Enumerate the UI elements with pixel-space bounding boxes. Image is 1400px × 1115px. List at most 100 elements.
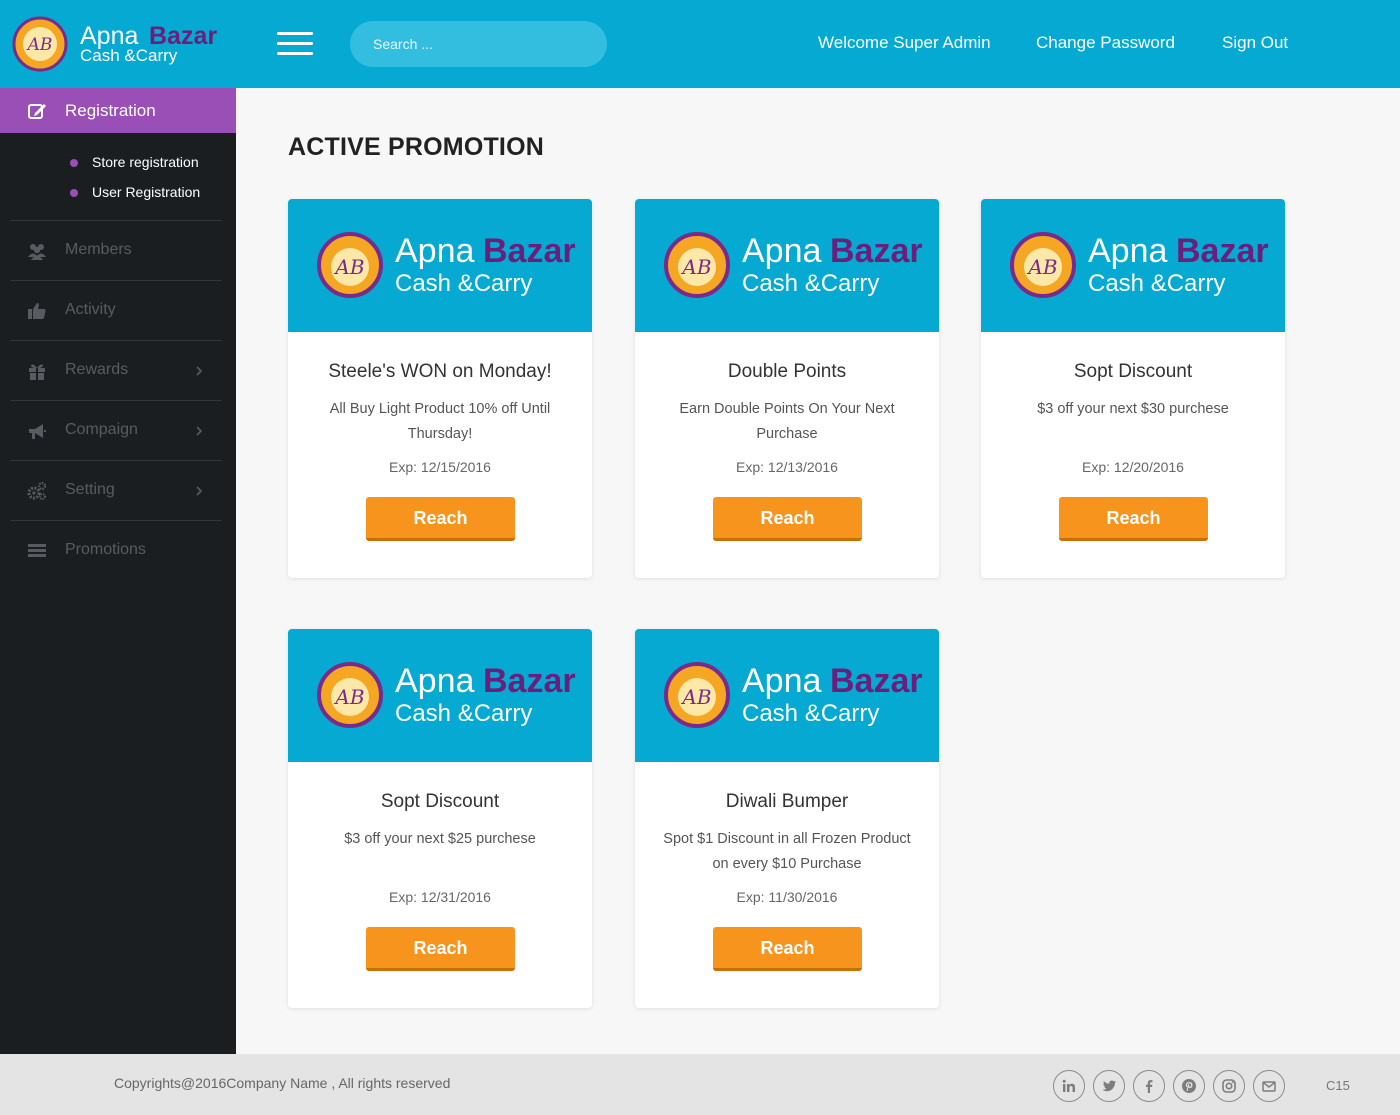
sign-out-link[interactable]: Sign Out [1222, 33, 1288, 53]
promotion-title: Sopt Discount [1073, 361, 1193, 382]
svg-text:Cash &Carry: Cash &Carry [80, 46, 178, 65]
menu-toggle-icon[interactable] [277, 30, 313, 58]
reach-button[interactable]: Reach [366, 497, 515, 541]
search-input[interactable] [350, 21, 607, 67]
svg-text:Bazar: Bazar [483, 662, 576, 700]
promotion-banner: AB Apna Bazar Cash &Carry [635, 199, 939, 332]
svg-text:AB: AB [680, 255, 711, 279]
sidebar-item-rewards[interactable]: Rewards [0, 341, 236, 400]
chevron-right-icon [196, 486, 203, 496]
brand-logo-image: AB Apna Bazar Cash &Carry [1010, 232, 1269, 298]
promotion-banner: AB Apna Bazar Cash &Carry [288, 629, 592, 762]
promotion-description: $3 off your next $30 purchese [1037, 401, 1229, 417]
svg-text:Bazar: Bazar [1176, 232, 1269, 270]
page-footer: Copyrights@2016Company Name , All rights… [0, 1054, 1400, 1115]
promotion-title: Diwali Bumper [725, 791, 849, 812]
sidebar-item-label: Members [65, 241, 132, 258]
sidebar-item-label: Registration [65, 101, 156, 120]
promotion-expiry: Exp: 12/31/2016 [389, 889, 491, 905]
sidebar-subitem-label: Store registration [92, 154, 199, 170]
list-icon [28, 544, 46, 557]
sidebar: Registration Store registration User Reg… [0, 88, 236, 1054]
users-icon [28, 244, 46, 260]
promotion-banner: AB Apna Bazar Cash &Carry [981, 199, 1285, 332]
copyright-text: Copyrights@2016Company Name , All rights… [114, 1075, 451, 1091]
svg-text:Apna: Apna [1088, 232, 1167, 270]
top-header: AB Apna Bazar Cash &Carry Welcome Super … [0, 0, 1400, 88]
gears-icon [27, 481, 47, 500]
promotion-expiry: Exp: 12/13/2016 [736, 459, 838, 475]
svg-text:Apna: Apna [742, 232, 821, 270]
promotion-banner: AB Apna Bazar Cash &Carry [288, 199, 592, 332]
promotion-title: Steele's WON on Monday! [328, 361, 552, 382]
instagram-icon[interactable] [1213, 1070, 1245, 1102]
brand-logo-image: AB Apna Bazar Cash &Carry [664, 662, 923, 728]
mail-icon[interactable] [1253, 1070, 1285, 1102]
bullet-dot [70, 189, 78, 197]
gift-icon [29, 364, 45, 380]
reach-button[interactable]: Reach [1059, 497, 1208, 541]
svg-text:Bazar: Bazar [483, 232, 576, 270]
welcome-user-link[interactable]: Welcome Super Admin [818, 33, 991, 53]
megaphone-icon [29, 424, 46, 439]
sidebar-item-label: Activity [65, 301, 116, 318]
promotion-expiry: Exp: 12/15/2016 [389, 459, 491, 475]
sidebar-item-activity[interactable]: Activity [0, 281, 236, 340]
sidebar-item-promotions[interactable]: Promotions [0, 521, 236, 580]
sidebar-item-members[interactable]: Members [0, 221, 236, 280]
svg-text:Bazar: Bazar [830, 232, 923, 270]
linkedin-icon[interactable] [1053, 1070, 1085, 1102]
reach-button[interactable]: Reach [713, 927, 862, 971]
promotion-description: Spot $1 Discount in all Frozen Product o… [663, 831, 911, 872]
bullet-dot [70, 159, 78, 167]
svg-text:Cash &Carry: Cash &Carry [1088, 270, 1225, 297]
svg-text:Apna: Apna [395, 662, 474, 700]
twitter-icon[interactable] [1093, 1070, 1125, 1102]
promotion-expiry: Exp: 12/20/2016 [1082, 459, 1184, 475]
brand-logo-image: AB Apna Bazar Cash &Carry [317, 232, 576, 298]
chevron-right-icon [196, 426, 203, 436]
pinterest-icon[interactable] [1173, 1070, 1205, 1102]
version-label: C15 [1326, 1078, 1350, 1093]
change-password-link[interactable]: Change Password [1036, 33, 1175, 53]
svg-text:AB: AB [1026, 255, 1057, 279]
sidebar-item-label: Compaign [65, 421, 138, 438]
reach-button[interactable]: Reach [713, 497, 862, 541]
promotion-card: AB Apna Bazar Cash &Carry Sopt Discount … [981, 199, 1285, 578]
promotion-title: Sopt Discount [380, 791, 500, 812]
promotion-banner: AB Apna Bazar Cash &Carry [635, 629, 939, 762]
svg-text:Cash &Carry: Cash &Carry [395, 700, 532, 727]
reach-button[interactable]: Reach [366, 927, 515, 971]
promotion-card: AB Apna Bazar Cash &Carry Double Points … [635, 199, 939, 578]
promotion-card: AB Apna Bazar Cash &Carry Sopt Discount … [288, 629, 592, 1008]
promotion-card: AB Apna Bazar Cash &Carry Steele's WON o… [288, 199, 592, 578]
edit-icon [28, 104, 46, 119]
sidebar-item-label: Promotions [65, 541, 146, 558]
promotion-description: Earn Double Points On Your Next Purchase [679, 401, 895, 442]
promotion-description: $3 off your next $25 purchese [344, 831, 536, 847]
svg-text:Apna: Apna [742, 662, 821, 700]
svg-text:Bazar: Bazar [830, 662, 923, 700]
sidebar-subitem-label: User Registration [92, 184, 201, 200]
facebook-icon[interactable] [1133, 1070, 1165, 1102]
sidebar-item-setting[interactable]: Setting [0, 461, 236, 520]
sidebar-item-label: Setting [65, 481, 115, 498]
sidebar-item-registration[interactable]: Registration [0, 88, 236, 133]
brand-logo-image: AB Apna Bazar Cash &Carry [317, 662, 576, 728]
thumbs-up-icon [28, 303, 46, 319]
svg-text:Cash &Carry: Cash &Carry [742, 270, 879, 297]
brand-logo-image: AB Apna Bazar Cash &Carry [664, 232, 923, 298]
svg-text:AB: AB [333, 255, 364, 279]
brand-logo[interactable]: AB Apna Bazar Cash &Carry [12, 15, 242, 73]
svg-text:Cash &Carry: Cash &Carry [742, 700, 879, 727]
promotion-title: Double Points [727, 361, 847, 382]
chevron-right-icon [196, 366, 203, 376]
sidebar-item-label: Rewards [65, 361, 129, 378]
svg-text:AB: AB [26, 35, 53, 55]
svg-text:Cash &Carry: Cash &Carry [395, 270, 532, 297]
promotion-card: AB Apna Bazar Cash &Carry Diwali Bumper … [635, 629, 939, 1008]
sidebar-item-compaign[interactable]: Compaign [0, 401, 236, 460]
page-title: ACTIVE PROMOTION [288, 133, 544, 161]
svg-text:AB: AB [333, 685, 364, 709]
promotion-description: All Buy Light Product 10% off Until Thur… [329, 401, 551, 442]
